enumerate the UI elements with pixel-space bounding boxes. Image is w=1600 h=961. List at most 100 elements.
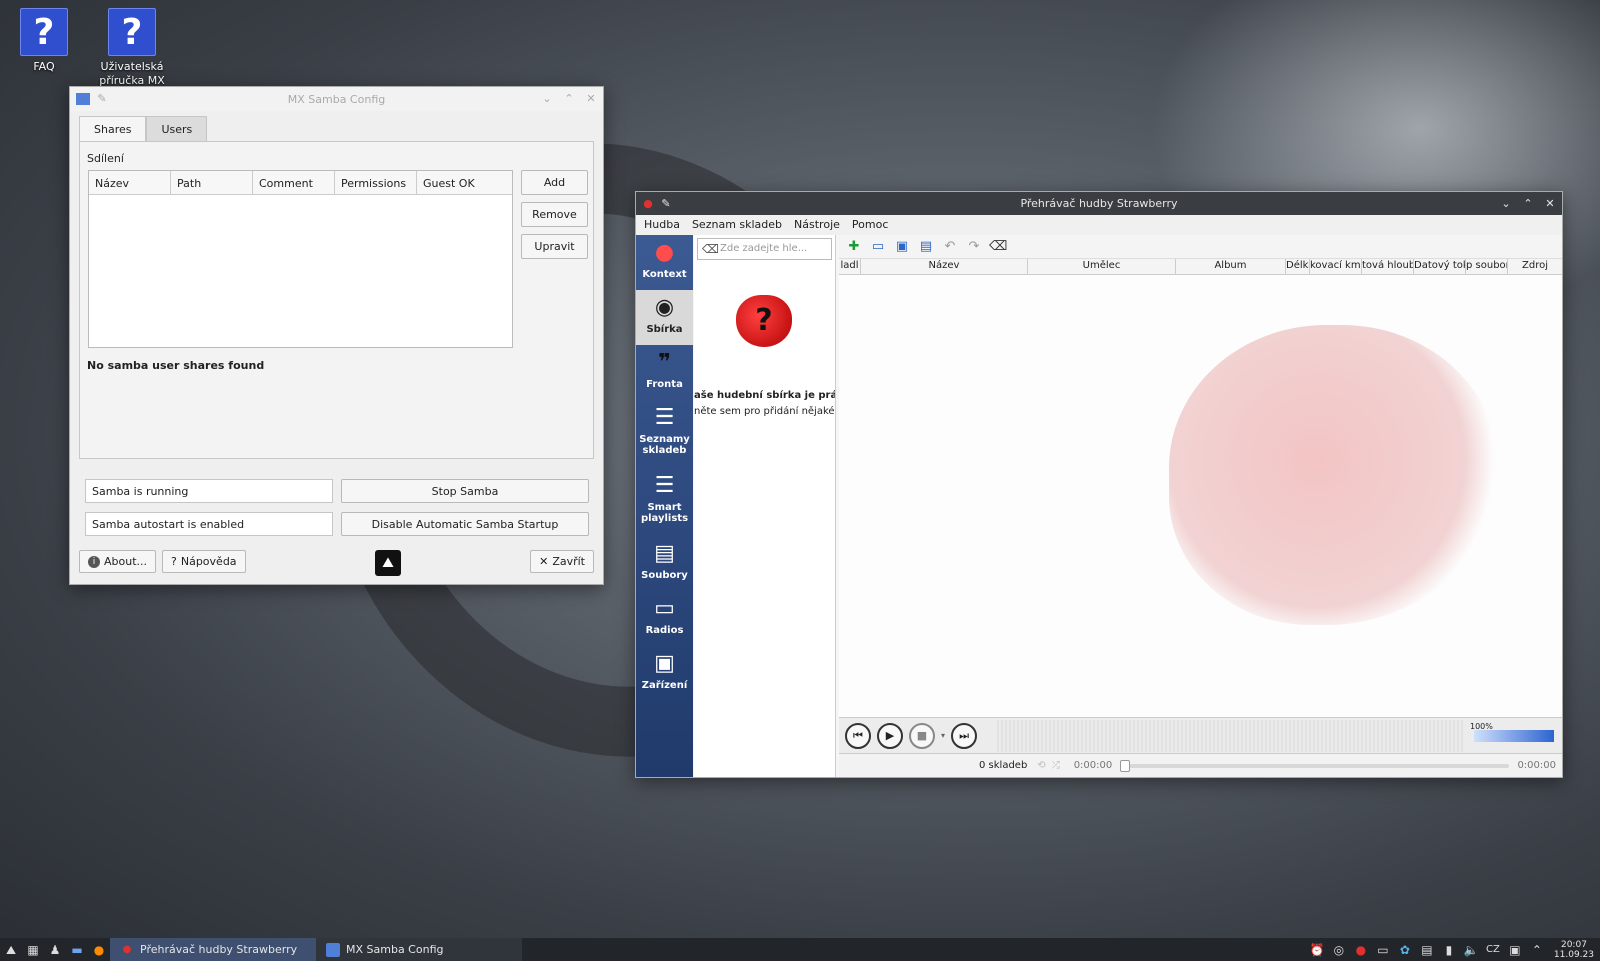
close-icon[interactable]: ✕ [585,93,597,105]
column-header[interactable]: p soubor [1466,259,1508,274]
keyboard-layout-indicator[interactable]: CZ [1482,940,1504,960]
add-button[interactable]: Add [521,170,588,195]
playlist-toolbar: ✚ ▭ ▣ ▤ ↶ ↷ ⌫ [839,235,1562,259]
shuffle-icon[interactable]: ⤮ [1052,760,1060,771]
titlebar[interactable]: ● ✎ Přehrávač hudby Strawberry ⌄ ⌃ ✕ [636,192,1562,215]
play-icon[interactable]: ▶ [877,722,903,749]
tab-users[interactable]: Users [146,116,208,142]
minimize-icon[interactable]: ⌄ [541,93,553,105]
edit-button[interactable]: Upravit [521,234,588,259]
mx-menu-icon[interactable]: ⛰ [0,940,22,960]
clear-icon[interactable]: ▤ [917,239,935,255]
volume-slider[interactable]: 100% [1470,722,1556,750]
side-tab-collection[interactable]: ◉ Sbírka [636,290,693,345]
column-header[interactable]: Umělec [1028,259,1176,274]
clear-filter-icon[interactable]: ⌫ [989,239,1007,255]
stop-icon[interactable]: ■ [909,722,935,749]
save-icon[interactable]: ▣ [893,239,911,255]
app-icon[interactable] [76,93,90,105]
color-picker-icon[interactable]: ✿ [1394,940,1416,960]
column-header[interactable]: Album [1176,259,1286,274]
column-header[interactable]: ladl [839,259,861,274]
help-button[interactable]: ? Nápověda [162,550,246,573]
spectrum-analyzer[interactable] [997,719,1464,752]
side-tab-files[interactable]: ▤ Soubory [636,536,693,591]
titlebar[interactable]: ✎ MX Samba Config ⌄ ⌃ ✕ [70,87,603,111]
clear-search-icon[interactable]: ⌫ [702,242,719,256]
tab-shares[interactable]: Shares [79,116,147,142]
desktop-icon-manual[interactable]: ? Uživatelská příručka MX [92,8,172,88]
volume-icon[interactable]: 🔈 [1460,940,1482,960]
menu-tools[interactable]: Nástroje [794,218,840,232]
close-button[interactable]: ✕ Zavřít [530,550,594,573]
dialog-button-bar: i About... ? Nápověda ⛰ ✕ Zavřít [79,550,594,576]
clipboard-icon[interactable]: ▤ [1416,940,1438,960]
alarm-icon[interactable]: ⏰ [1306,940,1328,960]
column-header[interactable]: kovací kmi [1310,259,1362,274]
disable-autostart-button[interactable]: Disable Automatic Samba Startup [341,512,589,536]
column-header[interactable]: Comment [253,171,335,194]
remove-button[interactable]: Remove [521,202,588,227]
collection-search-input[interactable]: ⌫ Zde zadejte hle... [697,238,832,260]
updater-icon[interactable]: ◎ [1328,940,1350,960]
seek-slider[interactable] [1120,759,1510,772]
maximize-icon[interactable]: ⌃ [563,93,575,105]
network-icon[interactable]: ▣ [1504,940,1526,960]
about-button[interactable]: i About... [79,550,157,573]
empty-collection-icon: ? [736,295,792,347]
column-header[interactable]: Guest OK [417,171,512,194]
pin-icon[interactable]: ✎ [96,93,108,105]
open-icon[interactable]: ▭ [869,239,887,255]
column-header[interactable]: Název [861,259,1028,274]
column-header[interactable]: Délka [1286,259,1310,274]
menu-music[interactable]: Hudba [644,218,680,232]
task-samba[interactable]: MX Samba Config [316,938,522,961]
column-header[interactable]: Zdroj [1508,259,1562,274]
files-icon: ▤ [654,541,675,566]
firefox-icon[interactable]: ● [88,940,110,960]
add-file-icon[interactable]: ✚ [845,239,863,255]
desktop-icon-faq[interactable]: ? FAQ [4,8,84,88]
side-tab-smart-playlists[interactable]: ☰ Smart playlists [636,468,693,536]
side-tab-radios[interactable]: ▭ Radios [636,591,693,646]
side-tab-playlists[interactable]: ☰ Seznamy skladeb [636,400,693,468]
next-track-icon[interactable]: ⏭ [951,722,978,749]
file-manager-icon[interactable]: ▬ [66,940,88,960]
pin-icon[interactable]: ✎ [660,197,672,210]
clock[interactable]: 20:07 11.09.23 [1548,940,1600,960]
undo-icon[interactable]: ↶ [941,239,959,255]
strawberry-icon[interactable]: ● [642,197,654,210]
menu-playlist[interactable]: Seznam skladeb [692,218,782,232]
minimize-icon[interactable]: ⌄ [1500,197,1512,210]
redo-icon[interactable]: ↷ [965,239,983,255]
stop-samba-button[interactable]: Stop Samba [341,479,589,503]
column-header[interactable]: Název [89,171,171,194]
user-icon[interactable]: ♟ [44,940,66,960]
disc-icon: ◉ [654,295,675,320]
close-icon[interactable]: ✕ [1544,197,1556,210]
maximize-icon[interactable]: ⌃ [1522,197,1534,210]
workspace-icon[interactable]: ▦ [22,940,44,960]
column-header[interactable]: Datový tok [1414,259,1466,274]
window-title: MX Samba Config [287,92,386,106]
shares-table[interactable]: Název Path Comment Permissions Guest OK [88,170,513,348]
side-tab-devices[interactable]: ▣ Zařízení [636,646,693,701]
stop-options-icon[interactable]: ▾ [941,731,945,740]
menu-help[interactable]: Pomoc [852,218,888,232]
tray-expand-icon[interactable]: ⌃ [1526,940,1548,960]
previous-track-icon[interactable]: ⏮ [845,722,871,749]
column-header[interactable]: Path [171,171,253,194]
terminal-icon[interactable]: ▭ [1372,940,1394,960]
side-tab-context[interactable]: ● Kontext [636,235,693,290]
search-placeholder: Zde zadejte hle... [720,243,808,254]
column-header[interactable]: tová hloub [1362,259,1414,274]
strawberry-tray-icon[interactable]: ● [1350,940,1372,960]
seek-handle[interactable] [1120,759,1131,772]
info-icon: i [88,555,100,568]
repeat-icon[interactable]: ⟲ [1037,760,1045,771]
column-header[interactable]: Permissions [335,171,417,194]
task-strawberry[interactable]: ● Přehrávač hudby Strawberry [110,938,316,961]
autostart-row: Samba autostart is enabled Disable Autom… [85,512,589,536]
side-tab-queue[interactable]: ❞ Fronta [636,345,693,400]
usb-icon[interactable]: ▮ [1438,940,1460,960]
